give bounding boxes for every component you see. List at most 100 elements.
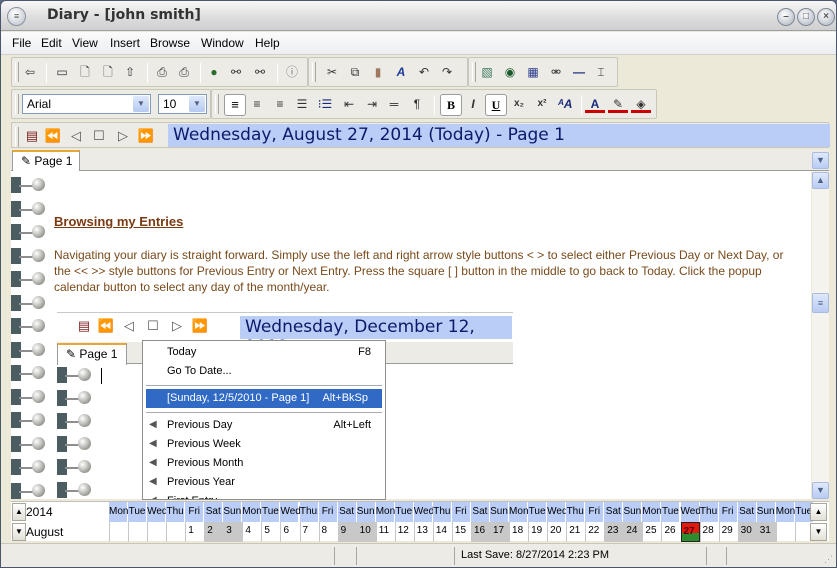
calendar-day[interactable]: 2 [204, 522, 224, 542]
calendar-day[interactable]: 14 [432, 522, 452, 542]
calendar-day[interactable]: 15 [451, 522, 471, 542]
open-icon[interactable]: ▭ [52, 63, 72, 81]
font-color-icon[interactable]: A [585, 95, 605, 113]
justify-icon[interactable]: ☰ [292, 95, 312, 113]
paragraph-icon[interactable]: ¶ [407, 95, 427, 113]
calendar-day[interactable]: 6 [280, 522, 299, 542]
calendar-day[interactable]: 12 [394, 522, 414, 542]
align-left-icon[interactable]: ≡ [224, 94, 246, 116]
font-size-select[interactable]: 10 ▼ [158, 94, 207, 114]
menu-insert[interactable]: Insert [110, 36, 140, 50]
subscript-icon[interactable]: x₂ [509, 95, 529, 113]
scroll-down-button[interactable]: ▼ [812, 482, 829, 499]
minimize-icon[interactable]: – [777, 8, 795, 26]
toolbar-grip[interactable] [215, 94, 219, 114]
menu-edit[interactable]: Edit [41, 36, 62, 50]
find-next-icon[interactable]: ⚯ [250, 63, 270, 81]
align-center-icon[interactable]: ≡ [247, 95, 267, 113]
chevron-down-icon[interactable]: ▼ [133, 96, 149, 112]
toolbar-grip[interactable] [15, 94, 19, 114]
close-icon[interactable]: × [817, 8, 835, 26]
underline-icon[interactable]: U [485, 94, 507, 116]
calendar-day[interactable]: 7 [299, 522, 319, 542]
insert-calendar-icon[interactable]: ▦ [523, 63, 543, 81]
export-icon[interactable]: ⇧ [120, 63, 140, 81]
toolbar-grip[interactable] [15, 62, 19, 82]
calendar-day[interactable]: 24 [623, 522, 643, 542]
previous-day-icon[interactable]: ◁ [67, 127, 85, 145]
title-bar[interactable]: ≡ Diary - [john smith] – □ × [1, 1, 836, 31]
calendar-day[interactable]: 13 [413, 522, 433, 542]
find-entry-icon[interactable]: ● [204, 63, 224, 81]
menu-window[interactable]: Window [201, 36, 244, 50]
previous-entry-icon[interactable]: ⏪ [44, 127, 62, 145]
toolbar-grip[interactable] [312, 62, 316, 82]
bullet-list-icon[interactable]: ⁝☰ [315, 95, 335, 113]
calendar-day[interactable]: 25 [642, 522, 661, 542]
menu-file[interactable]: File [12, 36, 31, 50]
chevron-down-icon[interactable]: ▼ [189, 96, 205, 112]
year-up-button[interactable]: ▲ [12, 503, 26, 521]
scroll-up-button[interactable]: ▲ [812, 172, 829, 189]
align-right-icon[interactable]: ≡ [270, 95, 290, 113]
menu-view[interactable]: View [72, 36, 98, 50]
toolbar-grip[interactable] [15, 127, 19, 147]
fill-color-icon[interactable]: ◈ [631, 95, 651, 113]
remove-link-icon[interactable]: ⚮ [546, 63, 566, 81]
calendar-day[interactable]: 16 [470, 522, 490, 542]
next-entry-icon[interactable]: ⏩ [137, 127, 155, 145]
scroll-thumb[interactable]: ≡ [812, 293, 829, 313]
calendar-day[interactable]: 9 [337, 522, 357, 542]
editor-vertical-scrollbar[interactable]: ▲ ≡ ▼ [812, 171, 829, 499]
calendar-day[interactable]: 5 [261, 522, 280, 542]
tab-list-dropdown[interactable]: ▼ [812, 152, 829, 169]
today-icon[interactable]: ☐ [90, 127, 108, 145]
page-break-icon[interactable]: ⌶ [591, 63, 611, 81]
font-style-icon[interactable]: ᴬA [555, 95, 575, 113]
system-menu-icon[interactable]: ≡ [7, 7, 26, 26]
calendar-day[interactable]: 23 [604, 522, 624, 542]
redo-icon[interactable]: ↷ [437, 63, 457, 81]
calendar-scroll-up[interactable]: ▲ [810, 503, 827, 521]
next-day-icon[interactable]: ▷ [114, 127, 132, 145]
copy-icon[interactable]: ⧉ [345, 63, 365, 81]
maximize-icon[interactable]: □ [797, 8, 815, 26]
paste-special-icon[interactable]: A [391, 63, 411, 81]
calendar-day[interactable]: 31 [756, 522, 776, 542]
highlight-icon[interactable]: ✎ [608, 95, 628, 113]
italic-icon[interactable]: I [463, 95, 483, 113]
calendar-scroll-down[interactable]: ▼ [810, 523, 827, 541]
calendar-day[interactable]: 11 [375, 522, 395, 542]
calendar-day[interactable]: 10 [356, 522, 376, 542]
diary-editor[interactable]: Browsing my Entries Navigating your diar… [11, 171, 811, 499]
calendar-day[interactable]: 30 [737, 522, 757, 542]
tab-page-1[interactable]: ✎ Page 1 [12, 150, 80, 172]
resize-grip-icon[interactable]: ⋰ [824, 554, 833, 565]
toolbar-grip[interactable] [472, 62, 476, 82]
find-icon[interactable]: ⚯ [226, 63, 246, 81]
calendar-day[interactable]: 18 [509, 522, 528, 542]
calendar-day[interactable]: 20 [547, 522, 566, 542]
add-page-icon[interactable]: 🗋 [98, 63, 118, 81]
insert-image-icon[interactable]: ▧ [477, 63, 497, 81]
insert-link-icon[interactable]: ◉ [500, 63, 520, 81]
calendar-popup-icon[interactable]: ▤ [23, 127, 41, 145]
calendar-day[interactable]: 26 [661, 522, 680, 542]
calendar-day[interactable]: 29 [718, 522, 738, 542]
calendar-day[interactable]: 28 [699, 522, 719, 542]
calendar-day[interactable]: 4 [242, 522, 261, 542]
menu-help[interactable]: Help [255, 36, 280, 50]
bold-icon[interactable]: B [440, 94, 462, 116]
calendar-day[interactable]: 3 [223, 522, 243, 542]
superscript-icon[interactable]: x² [532, 95, 552, 113]
info-icon[interactable]: ⓘ [282, 63, 302, 81]
cut-icon[interactable]: ✂ [322, 63, 342, 81]
horizontal-rule-icon[interactable]: — [569, 63, 589, 81]
calendar-day[interactable]: 8 [318, 522, 338, 542]
horizontal-line-icon[interactable]: ═ [384, 95, 404, 113]
undo-icon[interactable]: ↶ [414, 63, 434, 81]
paste-icon[interactable]: ▮ [368, 63, 388, 81]
indent-icon[interactable]: ⇥ [362, 95, 382, 113]
print-icon[interactable]: ⎙ [174, 63, 194, 81]
calendar-day[interactable]: 19 [528, 522, 547, 542]
